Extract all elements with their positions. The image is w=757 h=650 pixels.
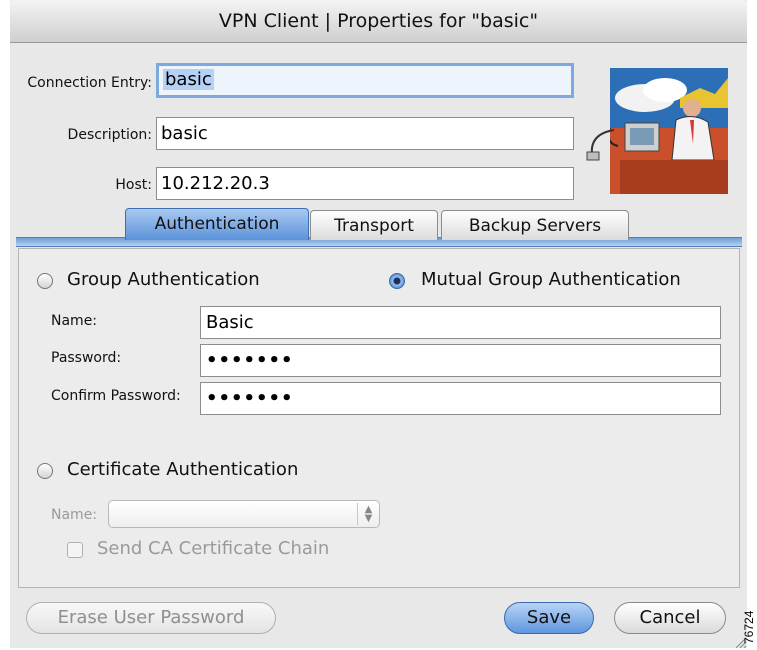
host-label: Host:	[115, 177, 152, 193]
connection-entry-value: basic	[163, 69, 214, 90]
save-button[interactable]: Save	[504, 602, 594, 634]
confirm-password-field[interactable]: •••••••	[200, 382, 721, 415]
vpn-user-illustration	[610, 68, 728, 194]
mutual-group-authentication-radio[interactable]	[389, 273, 405, 289]
name-label: Name:	[51, 313, 98, 329]
connection-cable-icon	[586, 128, 616, 162]
mutual-group-authentication-label: Mutual Group Authentication	[421, 269, 681, 290]
description-label: Description:	[67, 127, 152, 143]
certificate-authentication-label: Certificate Authentication	[67, 459, 299, 480]
connection-entry-field[interactable]: basic	[156, 63, 574, 98]
erase-user-password-button[interactable]: Erase User Password	[26, 602, 276, 634]
certificate-name-label: Name:	[51, 507, 98, 523]
figure-number: 76724	[741, 598, 757, 646]
figure-number-text: 76724	[742, 610, 756, 644]
vpn-properties-window: VPN Client | Properties for "basic" Conn…	[10, 0, 747, 648]
tab-backup-servers[interactable]: Backup Servers	[441, 210, 629, 240]
window-title: VPN Client | Properties for "basic"	[10, 0, 747, 43]
cancel-button[interactable]: Cancel	[614, 602, 726, 634]
tab-transport[interactable]: Transport	[310, 210, 438, 240]
description-field[interactable]: basic	[156, 117, 574, 150]
host-field[interactable]: 10.212.20.3	[156, 167, 574, 200]
send-ca-certificate-chain-checkbox[interactable]	[67, 542, 83, 558]
connection-entry-label: Connection Entry:	[27, 75, 152, 91]
send-ca-certificate-chain-label: Send CA Certificate Chain	[97, 538, 330, 559]
certificate-name-select[interactable]: ▲ ▼	[108, 500, 380, 528]
group-authentication-radio[interactable]	[37, 273, 53, 289]
password-field[interactable]: •••••••	[200, 344, 721, 377]
authentication-panel: Group Authentication Mutual Group Authen…	[18, 248, 740, 588]
certificate-authentication-radio[interactable]	[37, 463, 53, 479]
tab-authentication[interactable]: Authentication	[125, 208, 309, 240]
stepper-arrows-icon: ▲ ▼	[357, 503, 379, 525]
group-authentication-label: Group Authentication	[67, 269, 260, 290]
confirm-password-label: Confirm Password:	[51, 388, 181, 404]
name-field[interactable]: Basic	[200, 306, 721, 339]
password-label: Password:	[51, 350, 122, 366]
